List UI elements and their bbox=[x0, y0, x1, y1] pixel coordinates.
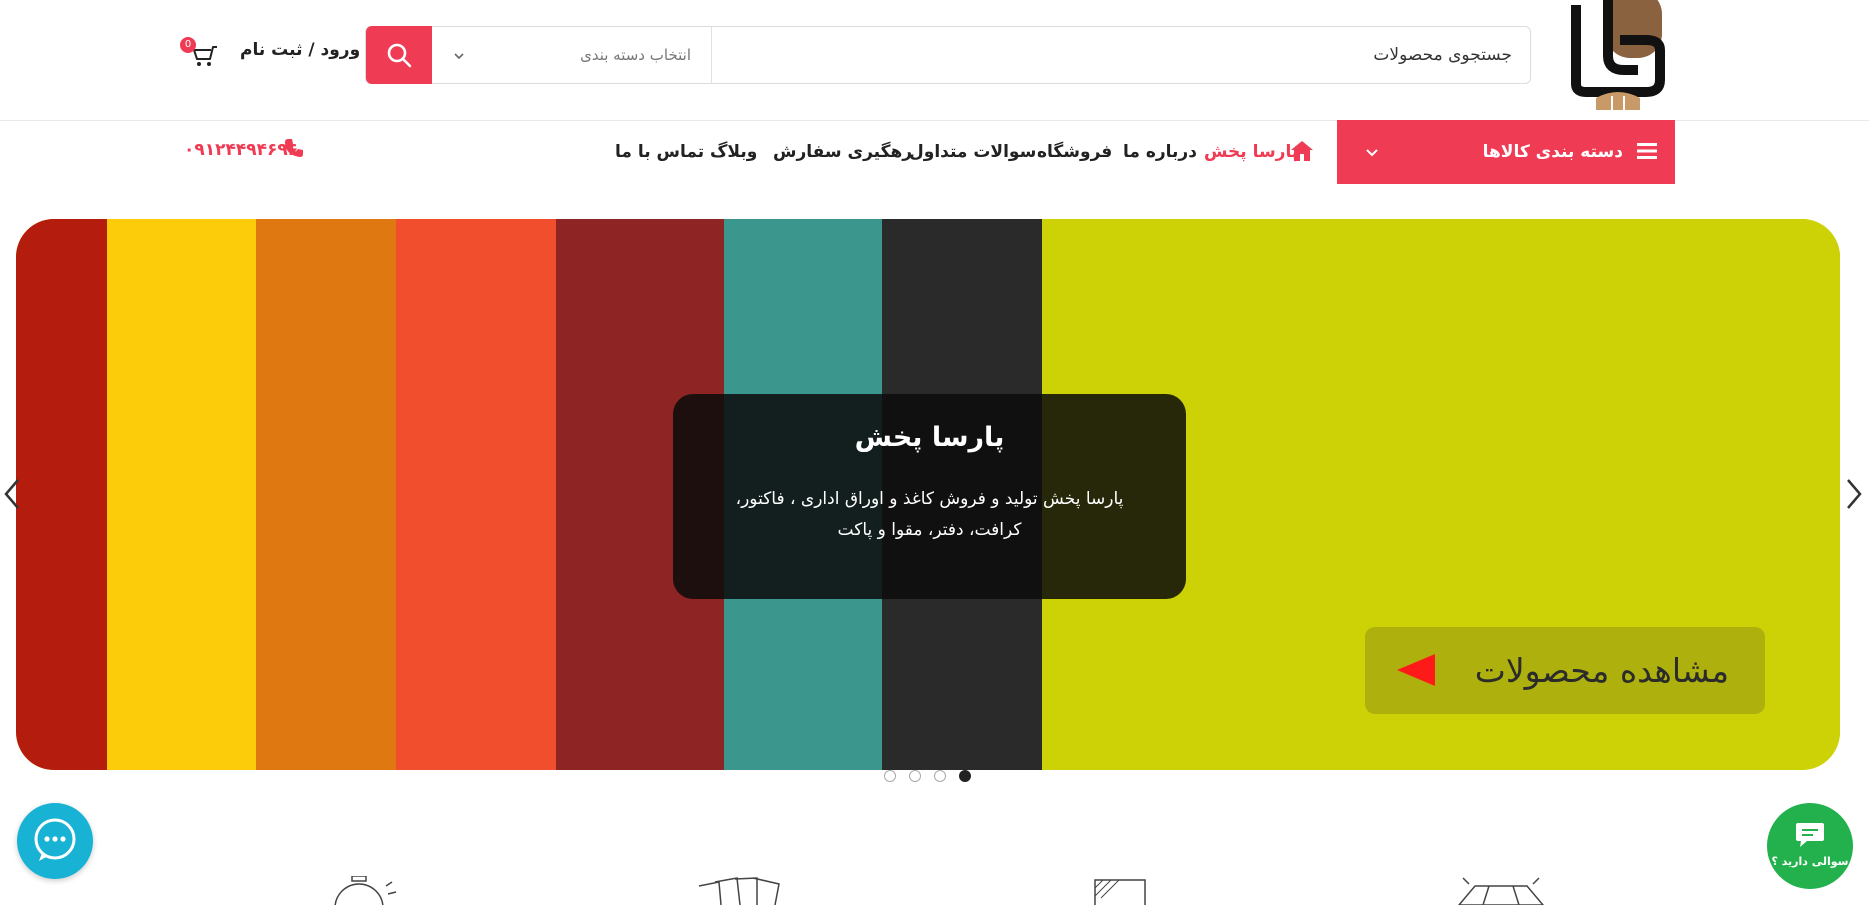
nav-item-shop[interactable]: فروشگاه bbox=[1037, 140, 1112, 164]
hero-stripe bbox=[107, 219, 273, 770]
message-icon bbox=[1796, 823, 1824, 847]
hero-stripe bbox=[16, 219, 111, 770]
nav-item-contact[interactable]: تماس با ما bbox=[615, 140, 704, 164]
cart-count-badge: 0 bbox=[180, 37, 196, 53]
hamburger-icon bbox=[1637, 143, 1657, 159]
slider-dot[interactable] bbox=[934, 770, 946, 782]
papers-icon bbox=[698, 877, 780, 905]
slider-dot[interactable] bbox=[959, 770, 971, 782]
slider-next-arrow[interactable] bbox=[1844, 478, 1864, 510]
search-button[interactable] bbox=[366, 26, 432, 84]
phone-icon bbox=[285, 139, 303, 157]
nav-item-home[interactable]: پارسا پخش bbox=[1204, 140, 1298, 164]
chat-icon bbox=[34, 818, 76, 861]
phone-number[interactable]: ۰۹۱۲۴۴۹۴۶۹۶ bbox=[184, 138, 298, 162]
stopwatch-icon bbox=[334, 876, 397, 905]
categories-menu-button[interactable]: دسته بندی کالاها bbox=[1337, 120, 1675, 184]
slider-dot[interactable] bbox=[884, 770, 896, 782]
login-register-link[interactable]: ورود / ثبت نام bbox=[240, 40, 360, 60]
chat-widget-button[interactable] bbox=[17, 803, 93, 879]
hero-description: پارسا پخش تولید و فروش کاغذ و اوراق ادار… bbox=[735, 489, 1124, 540]
search-icon bbox=[387, 43, 412, 68]
hero-caption: پارسا پخش پارسا پخش تولید و فروش کاغذ و … bbox=[673, 394, 1186, 599]
slider-prev-arrow[interactable] bbox=[2, 478, 22, 510]
slider-dot[interactable] bbox=[909, 770, 921, 782]
nav-item-blog[interactable]: وبلاگ bbox=[710, 140, 757, 164]
search-bar: جستجوی محصولات انتخاب دسته بندی bbox=[365, 26, 1531, 84]
categories-menu-label: دسته بندی کالاها bbox=[1482, 142, 1623, 162]
nav-item-about[interactable]: درباره ما bbox=[1123, 140, 1197, 164]
question-widget-button[interactable]: سوالی دارید ؟ bbox=[1767, 803, 1853, 889]
hero-stripe bbox=[396, 219, 576, 770]
category-select[interactable]: انتخاب دسته بندی bbox=[432, 27, 712, 83]
table-icon bbox=[1458, 877, 1544, 905]
chevron-down-icon bbox=[454, 53, 464, 60]
view-products-button[interactable]: مشاهده محصولات bbox=[1365, 627, 1765, 714]
chevron-down-icon bbox=[1366, 149, 1378, 157]
nav-item-order-tracking[interactable]: رهگیری سفارش bbox=[773, 140, 912, 164]
view-products-label: مشاهده محصولات bbox=[1474, 651, 1729, 690]
question-label: سوالی دارید ؟ bbox=[1771, 855, 1849, 868]
hero-stripe bbox=[256, 219, 411, 770]
category-select-label: انتخاب دسته بندی bbox=[580, 46, 691, 64]
hero-title: پارسا پخش bbox=[854, 422, 1005, 453]
site-logo[interactable] bbox=[1568, 0, 1666, 112]
triangle-left-icon bbox=[1397, 654, 1435, 686]
nav-item-faq[interactable]: سوالات متداول bbox=[909, 140, 1036, 164]
box-icon bbox=[1094, 879, 1146, 905]
search-input[interactable]: جستجوی محصولات bbox=[1373, 27, 1512, 83]
